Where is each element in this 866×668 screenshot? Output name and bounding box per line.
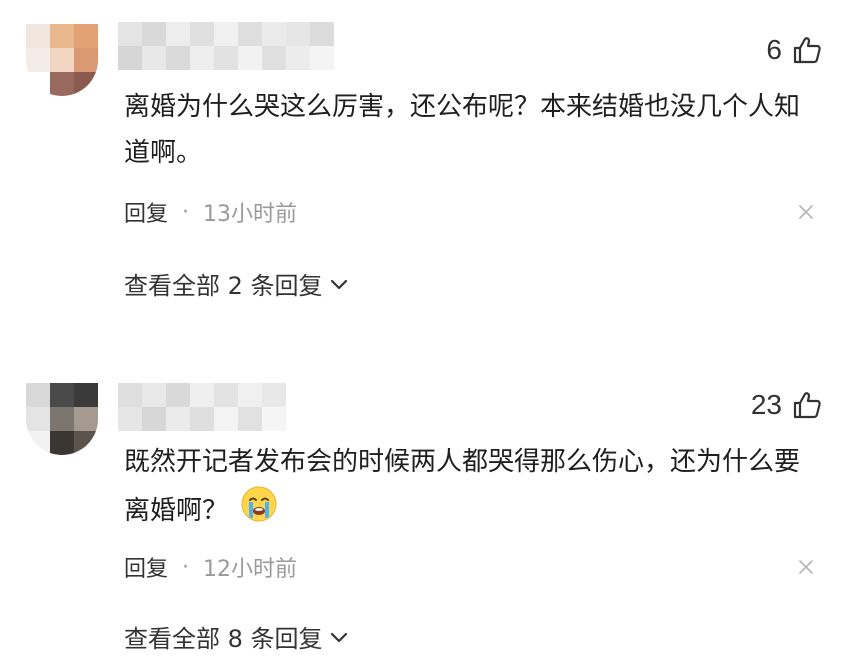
view-replies-button[interactable]: 查看全部 2 条回复 — [124, 266, 349, 301]
view-replies-label: 查看全部 2 条回复 — [124, 272, 323, 300]
crying-face-icon — [240, 485, 278, 538]
close-icon[interactable] — [798, 559, 814, 579]
comment-time: 12小时前 — [203, 557, 298, 582]
thumbs-up-icon — [792, 35, 822, 65]
view-replies-label: 查看全部 8 条回复 — [124, 625, 323, 653]
reply-button[interactable]: 回复 — [124, 196, 168, 228]
chevron-down-icon — [330, 279, 347, 289]
comment-item: 23 既然开记者发布会的时候两人都哭得那么伤心，还为什么要离婚啊？ 回复 · 1… — [0, 355, 866, 668]
like-button[interactable]: 6 — [766, 34, 822, 66]
close-icon[interactable] — [798, 204, 814, 224]
comment-text: 既然开记者发布会的时候两人都哭得那么伤心，还为什么要离婚啊？ — [124, 439, 824, 538]
comment-meta: 回复 · 12小时前 — [124, 551, 297, 583]
username-blurred[interactable] — [118, 383, 286, 431]
username-blurred[interactable] — [118, 22, 334, 70]
reply-button[interactable]: 回复 — [124, 551, 168, 583]
like-count: 23 — [750, 389, 782, 420]
comment-item: 6 离婚为什么哭这么厉害，还公布呢？本来结婚也没几个人知道啊。 回复 · 13小… — [0, 0, 866, 340]
avatar[interactable] — [26, 24, 98, 96]
comment-meta: 回复 · 13小时前 — [124, 196, 297, 228]
comment-time: 13小时前 — [203, 202, 298, 227]
avatar[interactable] — [26, 383, 98, 455]
meta-separator: · — [182, 199, 190, 225]
meta-separator: · — [182, 554, 190, 580]
comment-text: 离婚为什么哭这么厉害，还公布呢？本来结婚也没几个人知道啊。 — [124, 92, 801, 168]
like-button[interactable]: 23 — [751, 389, 822, 421]
chevron-down-icon — [330, 632, 347, 642]
like-count: 6 — [766, 34, 782, 65]
view-replies-button[interactable]: 查看全部 8 条回复 — [124, 619, 349, 654]
thumbs-up-icon — [792, 390, 822, 420]
